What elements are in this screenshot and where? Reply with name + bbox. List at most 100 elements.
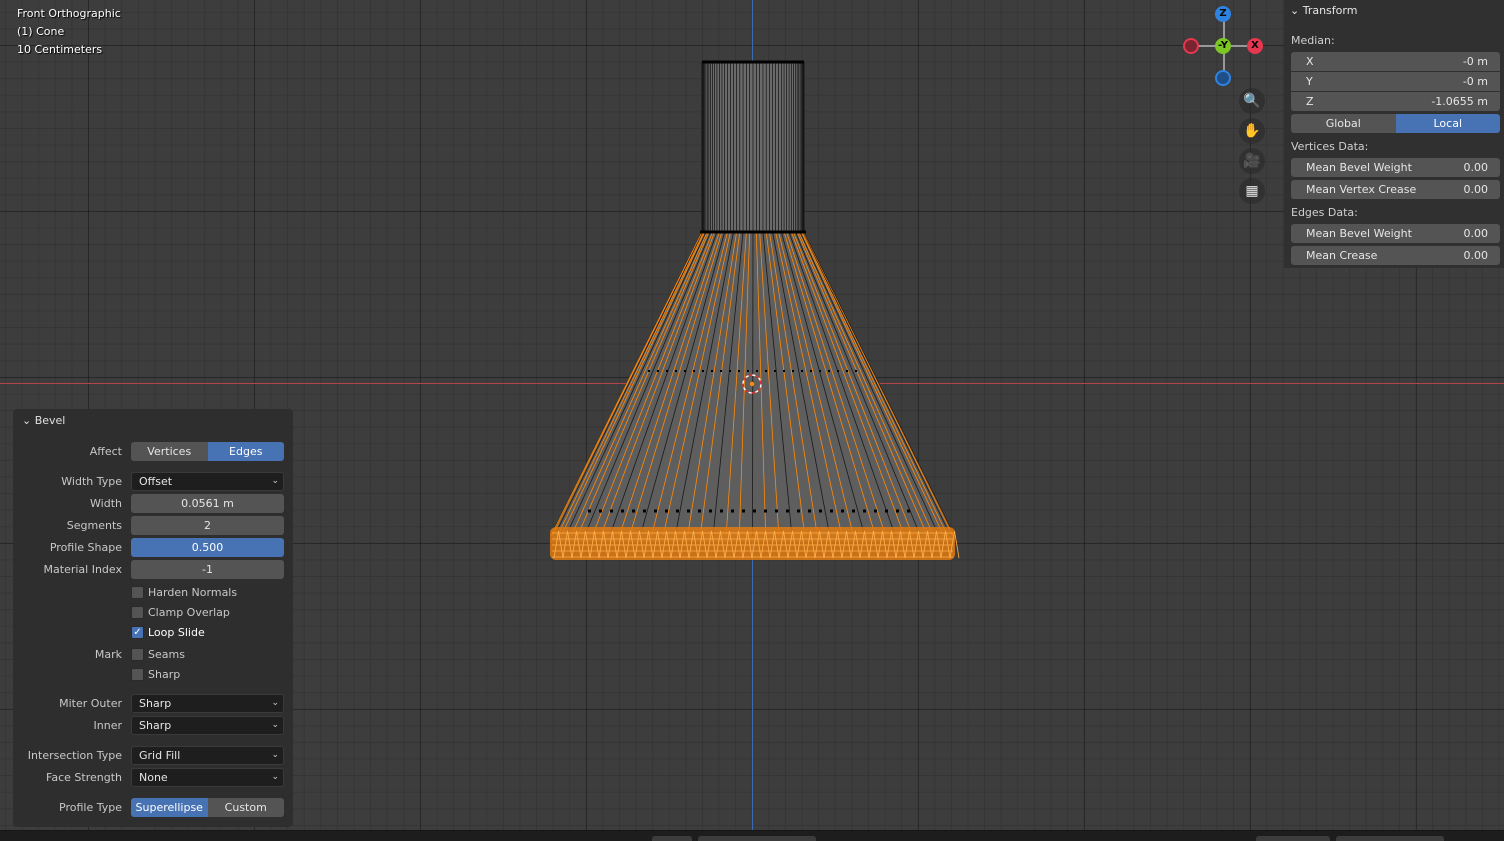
segments-field[interactable]: 2 bbox=[131, 516, 284, 535]
mark-label: Mark bbox=[94, 648, 122, 661]
median-x-field[interactable]: X -0 m bbox=[1291, 52, 1500, 71]
profile-shape-slider[interactable]: 0.500 bbox=[131, 538, 284, 557]
edge-crease-field[interactable]: Mean Crease 0.00 bbox=[1291, 246, 1500, 265]
median-label: Median: bbox=[1291, 34, 1335, 47]
median-x-label: X bbox=[1306, 55, 1314, 68]
harden-normals-checkbox[interactable]: Harden Normals bbox=[131, 583, 237, 601]
vertex-bevel-weight-field[interactable]: Mean Bevel Weight 0.00 bbox=[1291, 158, 1500, 177]
navigation-gizmo[interactable]: Z -Y X bbox=[1180, 2, 1270, 92]
zoom-icon[interactable]: 🔍 bbox=[1239, 88, 1265, 114]
face-strength-dropdown[interactable]: None ⌄ bbox=[131, 768, 284, 787]
width-label: Width bbox=[90, 497, 122, 510]
affect-toggle: Vertices Edges bbox=[131, 442, 284, 461]
bevel-title: Bevel bbox=[34, 414, 66, 427]
width-type-label: Width Type bbox=[61, 475, 122, 488]
edge-crease-label: Mean Crease bbox=[1306, 249, 1378, 262]
transform-panel: ⌄ Transform Median: X -0 m Y -0 m Z -1.0… bbox=[1284, 0, 1504, 268]
object-name: (1) Cone bbox=[17, 25, 65, 38]
miter-outer-dropdown[interactable]: Sharp ⌄ bbox=[131, 694, 284, 713]
median-y-field[interactable]: Y -0 m bbox=[1291, 72, 1500, 91]
affect-edges-button[interactable]: Edges bbox=[207, 442, 284, 461]
edges-data-label: Edges Data: bbox=[1291, 206, 1358, 219]
superellipse-button[interactable]: Superellipse bbox=[131, 798, 208, 817]
median-z-label: Z bbox=[1306, 95, 1314, 108]
chevron-down-icon: ⌄ bbox=[271, 476, 279, 486]
grid-scale: 10 Centimeters bbox=[17, 43, 103, 56]
seams-label: Seams bbox=[148, 647, 185, 661]
face-strength-value: None bbox=[139, 771, 168, 784]
segments-label: Segments bbox=[66, 519, 122, 532]
vertex-crease-label: Mean Vertex Crease bbox=[1306, 183, 1417, 196]
gizmo-x-axis[interactable]: X bbox=[1247, 38, 1263, 54]
status-bar-tab[interactable] bbox=[1256, 836, 1330, 841]
camera-icon[interactable]: 🎥 bbox=[1239, 148, 1265, 174]
grid-icon[interactable]: ▦ bbox=[1239, 178, 1265, 204]
harden-normals-label: Harden Normals bbox=[148, 585, 238, 599]
vertex-crease-field[interactable]: Mean Vertex Crease 0.00 bbox=[1291, 180, 1500, 199]
chevron-down-icon: ⌄ bbox=[22, 414, 32, 427]
view-name: Front Orthographic bbox=[17, 7, 121, 20]
vertex-bevel-weight-label: Mean Bevel Weight bbox=[1306, 161, 1412, 174]
edge-crease-value: 0.00 bbox=[1463, 249, 1489, 262]
gizmo-neg-y-axis[interactable]: -Y bbox=[1215, 38, 1231, 54]
width-type-dropdown[interactable]: Offset ⌄ bbox=[131, 472, 284, 491]
clamp-overlap-checkbox[interactable]: Clamp Overlap bbox=[131, 603, 230, 621]
hand-icon[interactable]: ✋ bbox=[1239, 118, 1265, 144]
miter-inner-value: Sharp bbox=[139, 719, 172, 732]
custom-button[interactable]: Custom bbox=[207, 798, 284, 817]
mark-seams-checkbox[interactable]: Seams bbox=[131, 645, 185, 663]
vertices-data-label: Vertices Data: bbox=[1291, 140, 1369, 153]
affect-vertices-button[interactable]: Vertices bbox=[131, 442, 208, 461]
median-z-field[interactable]: Z -1.0655 m bbox=[1291, 92, 1500, 111]
checkbox-icon bbox=[131, 667, 144, 681]
edge-bevel-weight-value: 0.00 bbox=[1463, 227, 1489, 240]
face-strength-label: Face Strength bbox=[46, 771, 122, 784]
transform-title: Transform bbox=[1302, 4, 1358, 17]
affect-label: Affect bbox=[89, 445, 122, 458]
vertex-crease-value: 0.00 bbox=[1463, 183, 1489, 196]
bevel-operator-panel: ⌄ Bevel Affect Vertices Edges Width Type… bbox=[13, 409, 293, 827]
miter-inner-dropdown[interactable]: Sharp ⌄ bbox=[131, 716, 284, 735]
material-index-field[interactable]: -1 bbox=[131, 560, 284, 579]
width-type-value: Offset bbox=[139, 475, 173, 488]
loop-slide-checkbox[interactable]: ✓ Loop Slide bbox=[131, 623, 205, 641]
median-x-value: -0 m bbox=[1462, 55, 1488, 68]
width-field[interactable]: 0.0561 m bbox=[131, 494, 284, 513]
chevron-down-icon: ⌄ bbox=[271, 720, 279, 730]
checkmark-icon: ✓ bbox=[131, 625, 144, 639]
local-button[interactable]: Local bbox=[1395, 114, 1500, 133]
mark-sharp-checkbox[interactable]: Sharp bbox=[131, 665, 180, 683]
loop-slide-label: Loop Slide bbox=[148, 625, 205, 639]
chevron-down-icon: ⌄ bbox=[271, 698, 279, 708]
median-y-value: -0 m bbox=[1462, 75, 1488, 88]
checkbox-icon bbox=[131, 585, 144, 599]
profile-type-label: Profile Type bbox=[59, 801, 122, 814]
status-bar-tab[interactable] bbox=[652, 836, 692, 841]
space-toggle: Global Local bbox=[1291, 114, 1500, 133]
checkbox-icon bbox=[131, 605, 144, 619]
transform-header[interactable]: ⌄ Transform bbox=[1284, 0, 1504, 22]
material-index-label: Material Index bbox=[43, 563, 122, 576]
miter-outer-label: Miter Outer bbox=[59, 697, 122, 710]
vertex-bevel-weight-value: 0.00 bbox=[1463, 161, 1489, 174]
bevel-header[interactable]: ⌄ Bevel bbox=[22, 414, 65, 427]
gizmo-z-axis[interactable]: Z bbox=[1215, 6, 1231, 22]
median-y-label: Y bbox=[1306, 75, 1313, 88]
gizmo-neg-x-axis[interactable] bbox=[1183, 38, 1199, 54]
checkbox-icon bbox=[131, 647, 144, 661]
global-button[interactable]: Global bbox=[1291, 114, 1396, 133]
profile-type-toggle: Superellipse Custom bbox=[131, 798, 284, 817]
gizmo-neg-z-axis[interactable] bbox=[1215, 70, 1231, 86]
edge-bevel-weight-label: Mean Bevel Weight bbox=[1306, 227, 1412, 240]
chevron-down-icon: ⌄ bbox=[271, 750, 279, 760]
sharp-label: Sharp bbox=[148, 667, 181, 681]
clamp-overlap-label: Clamp Overlap bbox=[148, 605, 230, 619]
status-bar-tab[interactable] bbox=[698, 836, 816, 841]
intersection-type-value: Grid Fill bbox=[139, 749, 181, 762]
median-z-value: -1.0655 m bbox=[1431, 95, 1488, 108]
status-bar-tab[interactable] bbox=[1336, 836, 1444, 841]
miter-inner-label: Inner bbox=[93, 719, 122, 732]
intersection-type-label: Intersection Type bbox=[27, 749, 122, 762]
intersection-type-dropdown[interactable]: Grid Fill ⌄ bbox=[131, 746, 284, 765]
edge-bevel-weight-field[interactable]: Mean Bevel Weight 0.00 bbox=[1291, 224, 1500, 243]
